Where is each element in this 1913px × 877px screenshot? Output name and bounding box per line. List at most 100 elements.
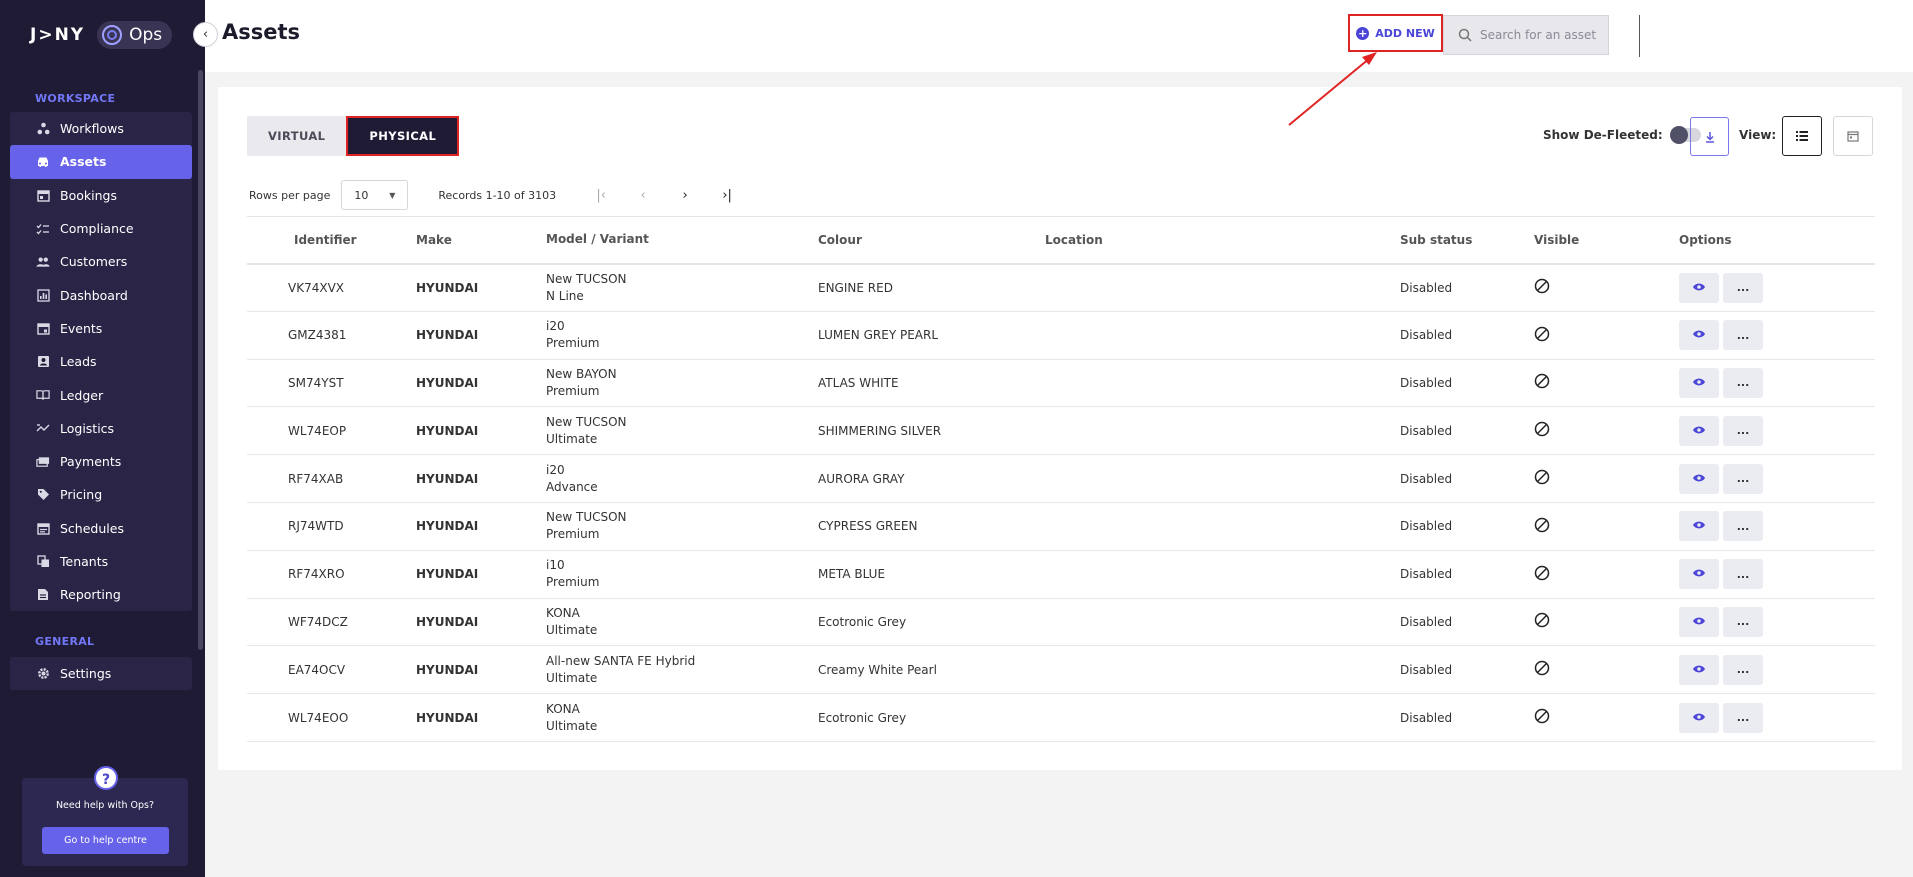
cell-variant: Premium [546, 383, 600, 398]
sidebar-item-payments[interactable]: Payments [10, 445, 192, 478]
sidebar-item-reporting[interactable]: Reporting [10, 578, 192, 611]
view-button[interactable] [1679, 654, 1719, 685]
cell-variant: Ultimate [546, 670, 598, 685]
more-options-button[interactable]: ... [1723, 415, 1763, 446]
sidebar-item-compliance[interactable]: Compliance [10, 212, 192, 245]
cell-colour: Ecotronic Grey [818, 598, 1045, 647]
table-row[interactable]: SM74YST HYUNDAI New BAYON Premium ATLAS WHIT… [247, 359, 1875, 408]
caret-down-icon: ▼ [389, 190, 396, 200]
cell-location [1045, 502, 1400, 551]
cell-options: ... [1679, 359, 1875, 408]
cell-options: ... [1679, 693, 1875, 742]
col-colour[interactable]: Colour [818, 216, 1045, 265]
table-row[interactable]: WL74EOP HYUNDAI New TUCSON Ultimate SHIMMERI… [247, 406, 1875, 456]
table-row[interactable]: GMZ4381 HYUNDAI i20 Premium LUMEN GREY PEARL… [247, 311, 1875, 360]
sidebar-scrollbar[interactable] [198, 70, 203, 650]
cell-sub-status: Disabled [1400, 406, 1534, 456]
view-button[interactable] [1679, 463, 1719, 494]
view-button[interactable] [1679, 559, 1719, 590]
sidebar-item-settings[interactable]: Settings [10, 657, 192, 690]
col-identifier[interactable]: Identifier [247, 216, 416, 265]
more-options-button[interactable]: ... [1723, 559, 1763, 590]
help-centre-button[interactable]: Go to help centre [42, 827, 169, 854]
more-options-button[interactable]: ... [1723, 654, 1763, 685]
sidebar-item-schedules[interactable]: Schedules [10, 512, 192, 545]
view-button[interactable] [1679, 606, 1719, 637]
sidebar-item-assets[interactable]: Assets [10, 145, 192, 179]
cell-identifier: RF74XRO [247, 550, 416, 599]
workflow-icon [36, 122, 50, 136]
col-sub-status[interactable]: Sub status [1400, 216, 1534, 265]
table-row[interactable]: RF74XAB HYUNDAI i20 Advance AURORA GRAY Disab… [247, 454, 1875, 503]
col-location[interactable]: Location [1045, 216, 1400, 265]
table-row[interactable]: EA74OCV HYUNDAI All-new SANTA FE Hybrid Ult… [247, 645, 1875, 695]
last-page-button[interactable]: ›| [706, 188, 748, 203]
view-button[interactable] [1679, 415, 1719, 446]
general-nav: Settings [10, 657, 192, 691]
table-row[interactable]: RF74XRO HYUNDAI i10 Premium META BLUE Disable… [247, 550, 1875, 599]
tab-virtual[interactable]: VIRTUAL [247, 116, 347, 156]
help-card: ? Need help with Ops? Go to help centre [22, 766, 188, 866]
list-view-button[interactable] [1782, 116, 1822, 156]
cell-model: i10 [546, 558, 565, 573]
product-logo-icon [102, 25, 123, 45]
calendar-view-button[interactable] [1833, 116, 1873, 156]
more-options-button[interactable]: ... [1723, 702, 1763, 733]
sidebar-item-leads[interactable]: Leads [10, 345, 192, 378]
col-visible[interactable]: Visible [1534, 216, 1679, 265]
sidebar-item-logistics[interactable]: Logistics [10, 412, 192, 445]
cell-colour: AURORA GRAY [818, 454, 1045, 503]
first-page-button[interactable]: |‹ [580, 188, 622, 203]
gear-icon [36, 667, 50, 681]
table-row[interactable]: RJ74WTD HYUNDAI New TUCSON Premium CYPRESS G… [247, 502, 1875, 551]
header-divider [1639, 15, 1640, 57]
col-make[interactable]: Make [416, 216, 546, 265]
next-page-button[interactable]: › [664, 188, 706, 203]
sidebar-item-tenants[interactable]: Tenants [10, 545, 192, 578]
more-options-button[interactable]: ... [1723, 272, 1763, 303]
add-new-button[interactable]: + ADD NEW [1348, 14, 1443, 52]
brand-logo[interactable]: J>NY Ops [30, 21, 173, 49]
cell-variant: Premium [546, 527, 600, 542]
table-row[interactable]: VK74XVX HYUNDAI New TUCSON N Line ENGINE RED… [247, 263, 1875, 312]
col-options: Options [1679, 216, 1875, 265]
sidebar-item-label: Compliance [60, 221, 134, 237]
table-row[interactable]: WL74EOO HYUNDAI KONA Ultimate Ecotronic Grey… [247, 693, 1875, 742]
more-options-button[interactable]: ... [1723, 320, 1763, 351]
tab-physical[interactable]: PHYSICAL [346, 116, 460, 156]
search-input[interactable] [1480, 28, 1600, 42]
sidebar-item-ledger[interactable]: Ledger [10, 378, 192, 411]
view-button[interactable] [1679, 320, 1719, 351]
cell-model: All-new SANTA FE Hybrid [546, 653, 696, 668]
cell-identifier: RJ74WTD [247, 502, 416, 551]
more-options-button[interactable]: ... [1723, 511, 1763, 542]
cell-options: ... [1679, 550, 1875, 599]
more-options-button[interactable]: ... [1723, 606, 1763, 637]
prev-page-button[interactable]: ‹ [622, 188, 664, 203]
general-section-label: GENERAL [35, 635, 95, 648]
cell-location [1045, 359, 1400, 408]
cell-variant: Ultimate [546, 622, 598, 637]
view-button[interactable] [1679, 367, 1719, 398]
sidebar-item-dashboard[interactable]: Dashboard [10, 278, 192, 311]
rows-per-page-select[interactable]: 10 ▼ [341, 180, 409, 210]
more-options-button[interactable]: ... [1723, 367, 1763, 398]
search-box[interactable] [1443, 15, 1609, 55]
add-new-label: ADD NEW [1375, 26, 1435, 40]
sidebar-item-bookings[interactable]: Bookings [10, 179, 192, 212]
download-button[interactable] [1690, 117, 1729, 156]
sidebar-item-pricing[interactable]: Pricing [10, 478, 192, 511]
table-row[interactable]: WF74DCZ HYUNDAI KONA Ultimate Ecotronic Grey… [247, 598, 1875, 647]
cell-model-variant: New TUCSON Premium [546, 502, 818, 551]
more-options-button[interactable]: ... [1723, 463, 1763, 494]
collapse-sidebar-button[interactable]: ‹ [193, 22, 218, 47]
col-model-variant[interactable]: Model / Variant [546, 216, 818, 265]
cell-variant: Ultimate [546, 431, 598, 446]
sidebar-item-events[interactable]: Events [10, 312, 192, 345]
pagination-bar: Rows per page 10 ▼ Records 1-10 of 3103 … [249, 180, 748, 210]
view-button[interactable] [1679, 511, 1719, 542]
view-button[interactable] [1679, 702, 1719, 733]
sidebar-item-customers[interactable]: Customers [10, 245, 192, 278]
view-button[interactable] [1679, 272, 1719, 303]
sidebar-item-workflows[interactable]: Workflows [10, 112, 192, 145]
